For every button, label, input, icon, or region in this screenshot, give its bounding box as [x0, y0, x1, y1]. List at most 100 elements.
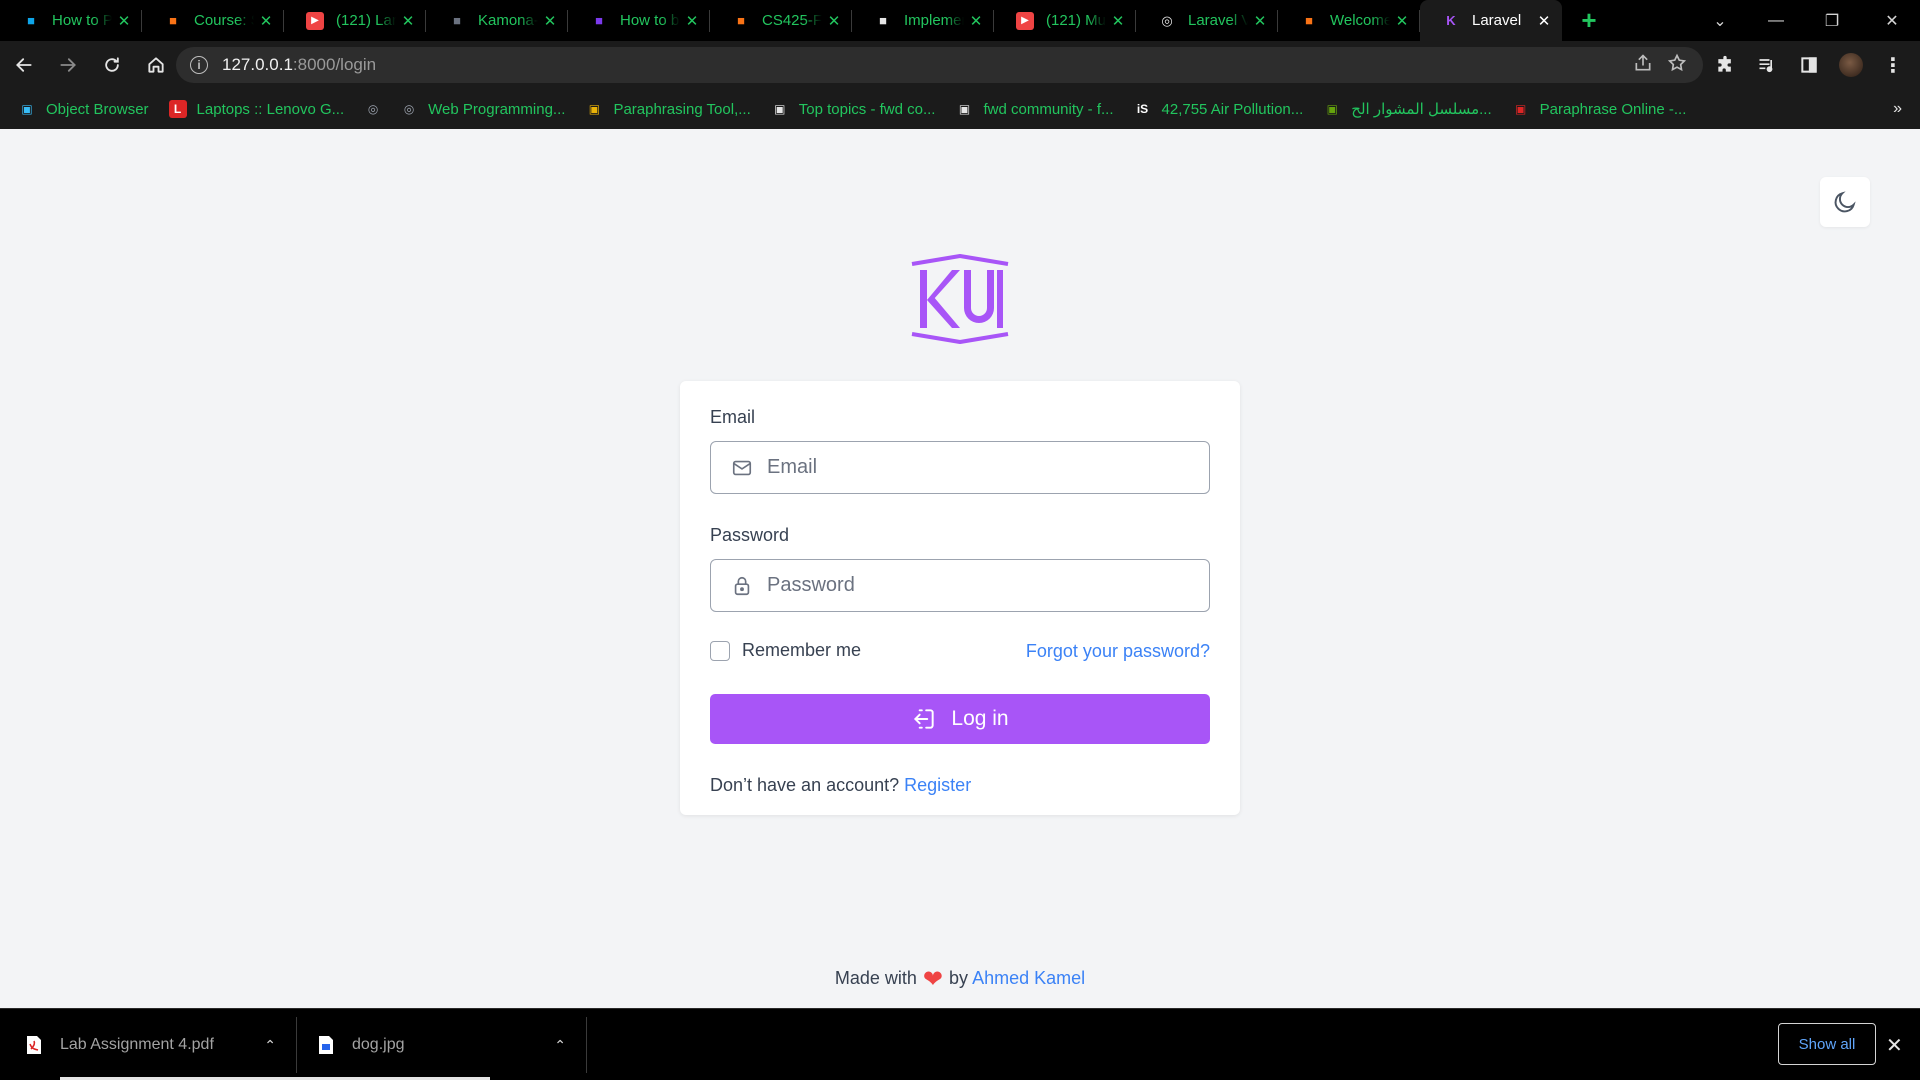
bookmark-item[interactable]: ▣ Paraphrase Online -... [1512, 100, 1686, 118]
kui-icon: K [1446, 13, 1456, 28]
close-tab-icon[interactable]: ✕ [1536, 12, 1552, 30]
heart-icon: ❤ [922, 966, 944, 993]
email-field-wrapper[interactable] [710, 441, 1210, 494]
home-button[interactable] [136, 45, 176, 85]
email-label: Email [710, 407, 756, 427]
site-info-icon[interactable]: i [190, 56, 208, 74]
close-tab-icon[interactable]: ✕ [400, 12, 416, 30]
bookmarks-bar: ▣ Object Browser L Laptops :: Lenovo G... ◎ ◎… [0, 89, 1920, 129]
object-browser-icon: ▣ [21, 102, 33, 116]
bookmark-label: Object Browser [46, 100, 149, 118]
url-path: :8000/login [292, 55, 377, 74]
bookmark-item[interactable]: iS 42,755 Air Pollution... [1134, 100, 1303, 118]
bookmark-item[interactable]: ▣ Paraphrasing Tool,... [585, 100, 751, 118]
browser-tab[interactable]: ■ Course: S✕ [142, 0, 284, 41]
close-tab-icon[interactable]: ✕ [1394, 12, 1410, 30]
remember-me-label: Remember me [742, 640, 862, 660]
forward-button[interactable] [48, 45, 88, 85]
youtube-icon: ▶ [1016, 11, 1034, 30]
chevron-up-icon[interactable]: ⌃ [554, 1009, 566, 1080]
browser-tab[interactable]: ▶ (121) Mul ✕ [994, 0, 1136, 41]
close-tab-icon[interactable]: ✕ [1110, 12, 1126, 30]
dark-mode-toggle[interactable] [1820, 177, 1870, 227]
password-field-wrapper[interactable] [710, 559, 1210, 612]
password-input[interactable] [767, 574, 1209, 597]
bookmark-item[interactable]: ◎ Web Programming... [400, 100, 566, 118]
bookmark-item[interactable]: ▣ fwd community - f... [955, 100, 1114, 118]
browser-tab[interactable]: ■ How to Pu✕ [0, 0, 142, 41]
close-tab-icon[interactable]: ✕ [1252, 12, 1268, 30]
page-icon: ▣ [958, 102, 971, 116]
browser-tab[interactable]: ■ Implemen ✕ [852, 0, 994, 41]
bookmark-item[interactable]: ▣ مسلسل المشوار الح... [1323, 100, 1492, 118]
login-button-label: Log in [951, 707, 1009, 730]
tab-active[interactable]: K Laravel ✕ [1420, 0, 1562, 41]
address-bar[interactable]: i 127.0.0.1:8000/login [176, 47, 1703, 83]
bookmark-label: Web Programming... [428, 100, 566, 118]
tmdb-icon: ■ [27, 13, 35, 28]
back-button[interactable] [4, 45, 44, 85]
browser-tab[interactable]: ■ Welcome ✕ [1278, 0, 1420, 41]
bookmark-label: Top topics - fwd co... [798, 100, 936, 118]
globe-icon: ◎ [367, 102, 379, 116]
footer-by: by [949, 968, 969, 988]
download-item-image[interactable]: dog.jpg ⌃ [318, 1009, 586, 1080]
bookmark-item[interactable]: ▣ Top topics - fwd co... [771, 100, 936, 118]
bookmark-star-icon[interactable] [1667, 53, 1687, 78]
email-input[interactable] [767, 456, 1209, 479]
share-icon[interactable] [1633, 53, 1653, 78]
remember-me[interactable]: Remember me [710, 640, 861, 661]
close-tab-icon[interactable]: ✕ [684, 12, 700, 30]
yahoo-icon: ■ [595, 13, 603, 28]
extensions-icon[interactable] [1706, 46, 1744, 84]
bookmark-item[interactable]: ◎ [364, 100, 392, 118]
moodle-icon: ■ [169, 13, 177, 28]
xampp-icon: ■ [1305, 13, 1313, 28]
new-tab-button[interactable]: + [1574, 5, 1604, 36]
url-host: 127.0.0.1 [222, 55, 293, 74]
reload-button[interactable] [92, 45, 132, 85]
browser-tab[interactable]: ◎ Laravel V ✕ [1136, 0, 1278, 41]
close-tab-icon[interactable]: ✕ [968, 12, 984, 30]
bookmark-label: Laptops :: Lenovo G... [196, 100, 345, 118]
browser-tab[interactable]: ■ How to b ✕ [568, 0, 710, 41]
tab-title: CS425-Fa [762, 12, 822, 29]
profile-avatar[interactable] [1832, 46, 1870, 84]
browser-tab[interactable]: ■ Kamona- ✕ [426, 0, 568, 41]
tab-title: Implemen [904, 12, 964, 29]
forgot-password-link[interactable]: Forgot your password? [1026, 641, 1210, 662]
tab-search-icon[interactable]: ⌄ [1692, 0, 1748, 41]
avatar [1839, 53, 1863, 77]
browser-menu-icon[interactable]: ⋮ [1874, 46, 1912, 84]
browser-tab[interactable]: ■ CS425-Fa✕ [710, 0, 852, 41]
bookmark-label: مسلسل المشوار الح... [1351, 101, 1492, 118]
minimize-button[interactable]: — [1748, 0, 1804, 41]
remember-me-checkbox[interactable] [710, 640, 730, 661]
bookmark-item[interactable]: ▣ Object Browser [18, 100, 149, 118]
close-tab-icon[interactable]: ✕ [542, 12, 558, 30]
restore-button[interactable]: ❐ [1804, 0, 1860, 41]
author-link[interactable]: Ahmed Kamel [972, 968, 1085, 988]
no-account-text: Don’t have an account? [710, 775, 900, 795]
login-button[interactable]: Log in [710, 694, 1210, 744]
side-panel-icon[interactable] [1790, 46, 1828, 84]
browser-tab[interactable]: ▶ (121) Lara✕ [284, 0, 426, 41]
close-tab-icon[interactable]: ✕ [826, 12, 842, 30]
tab-title: How to b [620, 12, 680, 29]
chevron-up-icon[interactable]: ⌃ [264, 1009, 276, 1080]
close-tab-icon[interactable]: ✕ [116, 12, 132, 30]
generic-icon: ■ [879, 13, 887, 28]
bookmarks-overflow-icon[interactable]: » [1893, 89, 1902, 129]
close-downloads-icon[interactable]: ✕ [1886, 1009, 1903, 1080]
login-page: Email Password Remember me Forgot your p… [0, 129, 1920, 1008]
close-tab-icon[interactable]: ✕ [258, 12, 274, 30]
register-link[interactable]: Register [904, 775, 971, 795]
moodle-icon: ■ [737, 13, 745, 28]
bookmark-item[interactable]: L Laptops :: Lenovo G... [168, 100, 345, 118]
download-item-pdf[interactable]: Lab Assignment 4.pdf ⌃ [26, 1009, 296, 1080]
globe-icon: ◎ [403, 102, 415, 116]
close-window-button[interactable]: ✕ [1864, 0, 1920, 41]
media-control-icon[interactable] [1748, 46, 1786, 84]
paraphrase-icon: ▣ [1514, 102, 1527, 116]
show-all-downloads-button[interactable]: Show all [1778, 1023, 1876, 1065]
